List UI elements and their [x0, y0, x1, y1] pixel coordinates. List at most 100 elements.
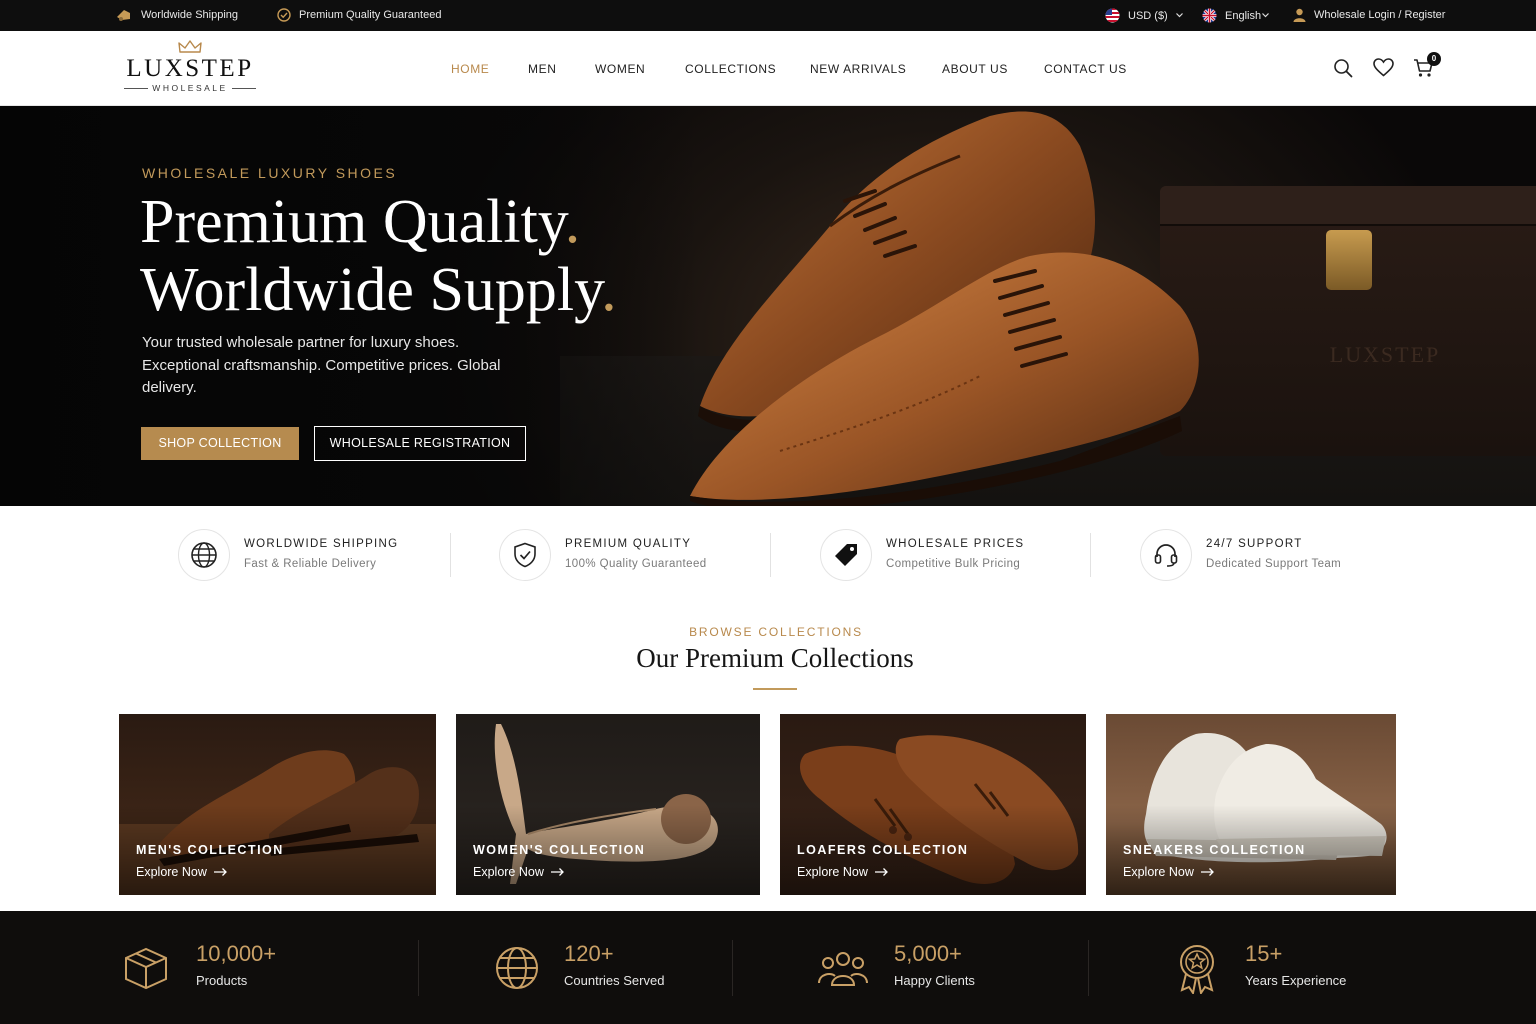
nav-new-arrivals[interactable]: NEW ARRIVALS: [810, 62, 906, 76]
feature-title: WORLDWIDE SHIPPING: [244, 538, 399, 550]
currency-label: USD ($): [1128, 9, 1168, 22]
chevron-down-icon: [1262, 13, 1270, 18]
stat-value: 15+: [1245, 941, 1283, 966]
globe-icon: [191, 542, 217, 568]
cart-count-badge: 0: [1427, 52, 1441, 66]
arrow-right-icon: [1200, 868, 1214, 876]
stat-divider: [418, 940, 419, 996]
stat-value: 5,000+: [894, 941, 962, 966]
feature-divider: [770, 533, 771, 577]
box-icon: [125, 947, 167, 990]
feature-divider: [1090, 533, 1091, 577]
user-icon: [1293, 8, 1306, 22]
uk-flag-icon: [1202, 8, 1217, 23]
feature-divider: [450, 533, 451, 577]
arrow-right-icon: [550, 868, 564, 876]
language-label: English: [1225, 9, 1262, 22]
stat-value: 120+: [564, 941, 614, 966]
explore-now-link[interactable]: Explore Now: [136, 865, 227, 879]
quality-notice-label: Premium Quality Guaranteed: [299, 9, 442, 21]
users-icon: [818, 952, 868, 986]
chevron-down-icon: [1175, 13, 1183, 18]
collections-eyebrow: BROWSE COLLECTIONS: [689, 625, 863, 639]
explore-now-link[interactable]: Explore Now: [1123, 865, 1214, 879]
stat-label: Products: [196, 973, 248, 988]
explore-now-link[interactable]: Explore Now: [797, 865, 888, 879]
nav-home[interactable]: HOME: [451, 62, 489, 76]
feature-subtitle: 100% Quality Guaranteed: [565, 558, 707, 570]
globe-icon: [496, 947, 538, 989]
shop-collection-button[interactable]: SHOP COLLECTION: [141, 427, 299, 460]
collection-card-sneakers[interactable]: SNEAKERS COLLECTION Explore Now: [1106, 714, 1396, 895]
collection-card-loafers[interactable]: LOAFERS COLLECTION Explore Now: [780, 714, 1086, 895]
brand-name: LUXSTEP: [126, 55, 254, 82]
price-tag-icon: [835, 544, 857, 566]
stat-divider: [732, 940, 733, 996]
quality-notice: Premium Quality Guaranteed: [277, 8, 441, 22]
wholesale-login-link[interactable]: Wholesale Login / Register: [1293, 8, 1445, 22]
hero-headline-dot-2: .: [601, 256, 617, 324]
stat-label: Happy Clients: [894, 973, 975, 988]
hero-headline-line-2: Worldwide Supply: [140, 256, 602, 324]
hero-banner: LUXSTEP WHOLESALE LUXURY SHOES Premium Q…: [0, 106, 1536, 506]
language-selector[interactable]: English: [1202, 8, 1270, 23]
collection-card-women[interactable]: WOMEN'S COLLECTION Explore Now: [456, 714, 760, 895]
brand-subtitle: WHOLESALE: [122, 83, 258, 93]
explore-now-label: Explore Now: [797, 865, 868, 879]
site-header: LUXSTEP WHOLESALE HOME MEN WOMEN COLLECT…: [0, 31, 1536, 106]
hero-description: Your trusted wholesale partner for luxur…: [142, 334, 501, 396]
feature-subtitle: Competitive Bulk Pricing: [886, 558, 1021, 570]
nav-about-us[interactable]: ABOUT US: [942, 62, 1008, 76]
collections-title: Our Premium Collections: [636, 643, 914, 673]
card-title: LOAFERS COLLECTION: [797, 843, 969, 857]
feature-icon-circle: [499, 529, 551, 581]
stat-value: 10,000+: [196, 941, 277, 966]
headset-icon: [1154, 544, 1178, 567]
arrow-right-icon: [874, 868, 888, 876]
stat-label: Years Experience: [1245, 973, 1347, 988]
explore-now-label: Explore Now: [473, 865, 544, 879]
explore-now-label: Explore Now: [136, 865, 207, 879]
badge-check-icon: [277, 8, 291, 22]
card-title: MEN'S COLLECTION: [136, 843, 284, 857]
explore-now-link[interactable]: Explore Now: [473, 865, 564, 879]
heart-icon[interactable]: [1373, 58, 1394, 77]
shipping-notice: Worldwide Shipping: [116, 8, 238, 22]
nav-collections[interactable]: COLLECTIONS: [685, 62, 776, 76]
collections-title-underline: [753, 688, 797, 690]
card-title: SNEAKERS COLLECTION: [1123, 843, 1306, 857]
feature-subtitle: Fast & Reliable Delivery: [244, 558, 377, 570]
shipping-truck-icon: [117, 10, 130, 21]
shield-check-icon: [514, 542, 536, 568]
hero-shoes-image: [690, 111, 1199, 506]
hero-box-logo: LUXSTEP: [1329, 342, 1441, 367]
nav-women[interactable]: WOMEN: [595, 62, 645, 76]
feature-title: 24/7 SUPPORT: [1206, 538, 1303, 550]
hero-box-clasp: [1326, 230, 1372, 290]
stat-divider: [1088, 940, 1089, 996]
crown-icon: [178, 40, 202, 53]
nav-contact-us[interactable]: CONTACT US: [1044, 62, 1127, 76]
wholesale-login-label: Wholesale Login / Register: [1314, 9, 1446, 21]
brand-logo[interactable]: LUXSTEP WHOLESALE: [122, 39, 258, 97]
card-title: WOMEN'S COLLECTION: [473, 843, 646, 857]
search-icon[interactable]: [1333, 58, 1353, 78]
award-icon: [1180, 945, 1214, 994]
hero-eyebrow: WHOLESALE LUXURY SHOES: [142, 165, 398, 181]
shipping-notice-label: Worldwide Shipping: [141, 9, 239, 21]
hero-headline-dot-1: .: [564, 188, 581, 256]
arrow-right-icon: [213, 868, 227, 876]
collection-card-men[interactable]: MEN'S COLLECTION Explore Now: [119, 714, 436, 895]
wholesale-registration-button[interactable]: WHOLESALE REGISTRATION: [314, 426, 526, 461]
top-bar: Worldwide Shipping Premium Quality Guara…: [0, 0, 1536, 31]
stat-label: Countries Served: [564, 973, 665, 988]
hero-headline-line-1: Premium Quality: [140, 188, 565, 256]
us-flag-icon: [1105, 8, 1120, 23]
feature-icon-circle: [820, 529, 872, 581]
currency-selector[interactable]: USD ($): [1105, 8, 1183, 23]
hero-headline: Premium Quality. Worldwide Supply.: [140, 188, 617, 324]
feature-subtitle: Dedicated Support Team: [1206, 558, 1342, 570]
nav-men[interactable]: MEN: [528, 62, 556, 76]
feature-title: PREMIUM QUALITY: [565, 538, 692, 550]
feature-icon-circle: [1140, 529, 1192, 581]
